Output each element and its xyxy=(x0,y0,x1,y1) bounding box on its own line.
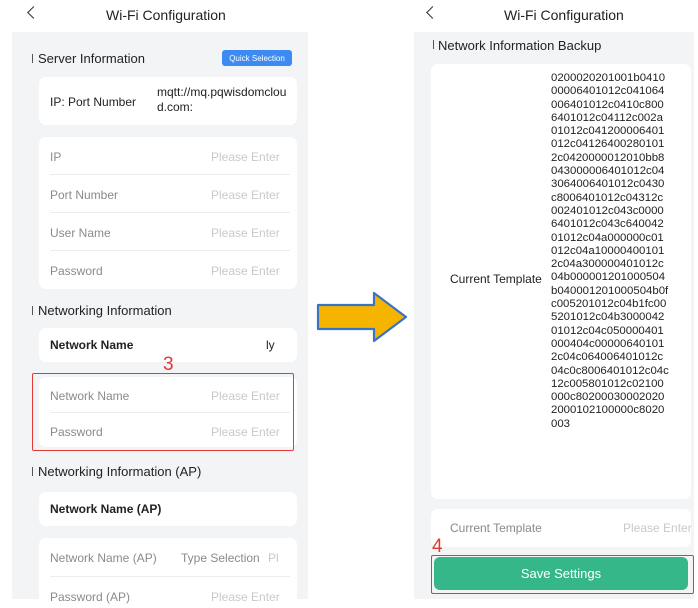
backup-section-title: Network Information Backup xyxy=(438,38,602,53)
username-field-label: User Name xyxy=(50,226,111,240)
ip-port-value: mqtt://mq.pqwisdomcloud.com: xyxy=(157,85,287,114)
type-selection-dropdown[interactable]: Type Selection xyxy=(181,551,260,565)
password-ap-input[interactable]: Please Enter xyxy=(211,590,280,604)
page-title: Wi-Fi Configuration xyxy=(106,7,226,23)
current-template-input[interactable]: Please Enter xyxy=(623,521,692,535)
section-marker xyxy=(32,467,33,476)
divider xyxy=(50,576,290,577)
ip-field-label: IP xyxy=(50,150,62,164)
page-title: Wi-Fi Configuration xyxy=(504,7,624,23)
section-marker xyxy=(32,306,33,315)
section-marker xyxy=(433,40,434,49)
right-arrow-icon xyxy=(316,291,408,343)
divider xyxy=(50,174,290,175)
quick-selection-button[interactable]: Quick Selection xyxy=(222,50,292,66)
ip-port-card: IP: Port Number mqtt://mq.pqwisdomcloud.… xyxy=(39,77,297,125)
network-name-label: Network Name xyxy=(50,338,134,352)
networking-ap-title: Networking Information (AP) xyxy=(38,464,202,479)
network-name-value: ly xyxy=(266,338,275,352)
template-card: Current Template 0200020201001b041000006… xyxy=(431,64,691,499)
divider xyxy=(50,250,290,251)
section-marker xyxy=(32,54,33,63)
ip-port-label: IP: Port Number xyxy=(50,95,137,109)
current-template-field-card[interactable]: Current Template Please Enter xyxy=(431,509,692,547)
port-field-label: Port Number xyxy=(50,188,119,202)
password-input[interactable]: Please Enter xyxy=(211,264,280,278)
network-name-ap-label: Network Name (AP) xyxy=(50,502,162,516)
ip-input[interactable]: Please Enter xyxy=(211,150,280,164)
username-input[interactable]: Please Enter xyxy=(211,226,280,240)
network-name-ap-field-label: Network Name (AP) xyxy=(50,551,157,565)
network-name-ap-input[interactable]: Pl xyxy=(268,551,279,565)
right-phone-screen: Network Information Backup Current Templ… xyxy=(414,32,694,599)
back-chevron-icon[interactable] xyxy=(27,6,40,19)
current-template-label: Current Template xyxy=(450,272,542,286)
template-value: 0200020201001b041000006401012c0410640064… xyxy=(551,72,669,430)
divider xyxy=(50,212,290,213)
server-fields-card: IP Please Enter Port Number Please Enter… xyxy=(39,137,297,289)
password-field-label: Password xyxy=(50,264,103,278)
highlight-frame-network xyxy=(32,373,294,451)
port-input[interactable]: Please Enter xyxy=(211,188,280,202)
back-chevron-icon[interactable] xyxy=(426,6,439,19)
server-info-title: Server Information xyxy=(38,51,145,66)
current-template-field-label: Current Template xyxy=(450,521,542,535)
network-name-ap-card[interactable]: Network Name (AP) xyxy=(39,492,297,526)
ap-credentials-card: Network Name (AP) Type Selection Pl Pass… xyxy=(39,538,297,608)
highlight-frame-save xyxy=(431,555,694,594)
password-ap-field-label: Password (AP) xyxy=(50,590,131,604)
networking-info-title: Networking Information xyxy=(38,303,172,318)
left-phone-screen: Server Information Quick Selection IP: P… xyxy=(12,32,308,608)
